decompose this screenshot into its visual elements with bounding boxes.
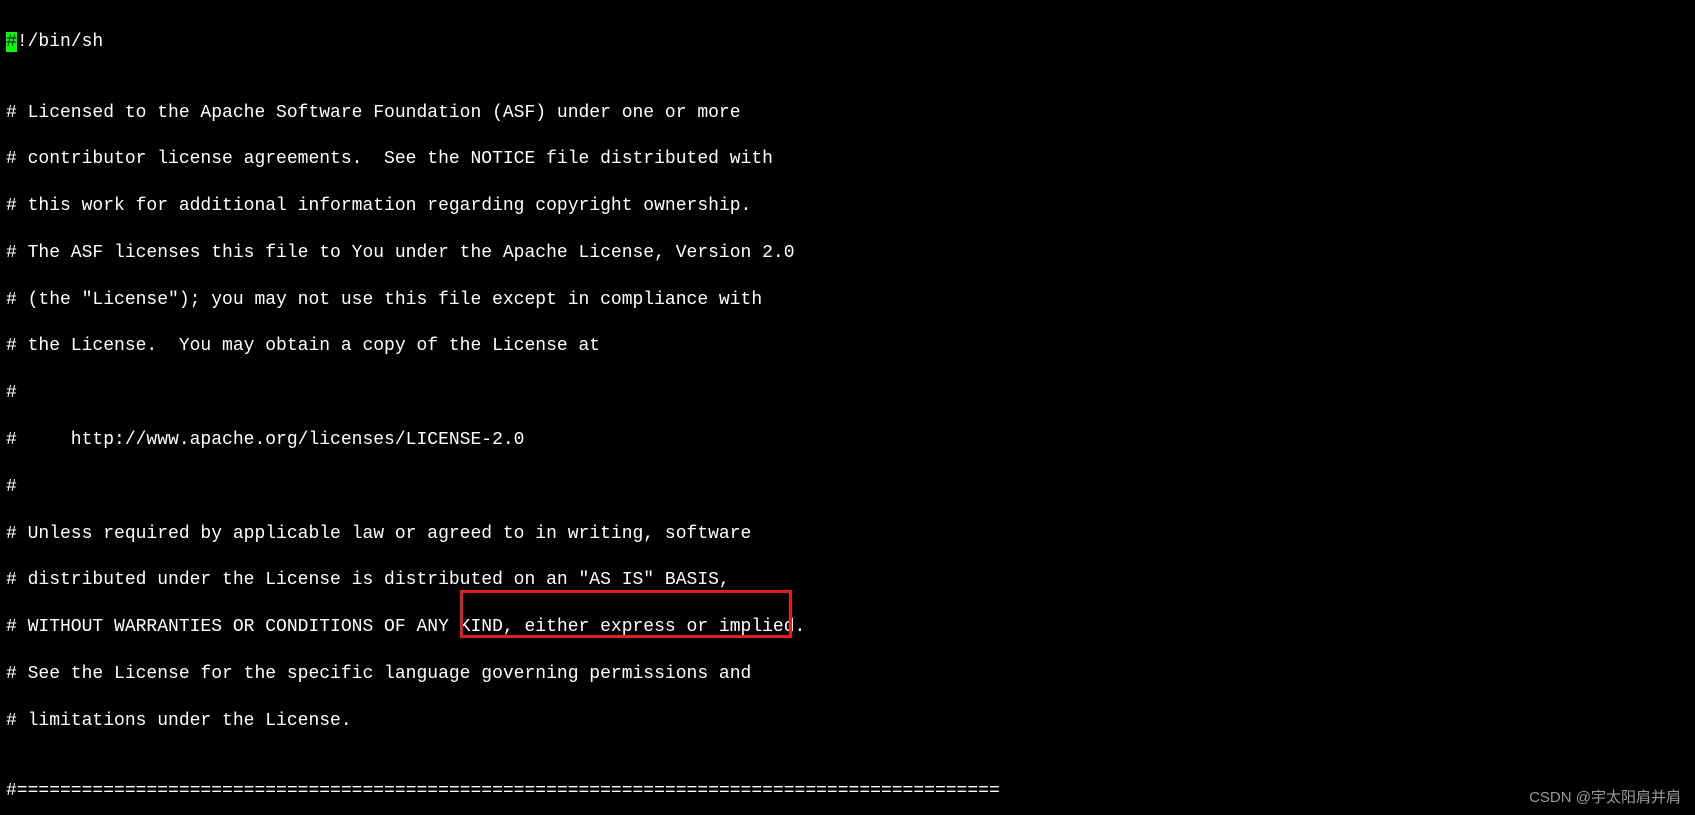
cursor-block: # — [6, 32, 17, 52]
terminal-editor[interactable]: #!/bin/sh # Licensed to the Apache Softw… — [0, 0, 1695, 815]
comment-line: # this work for additional information r… — [6, 195, 1689, 218]
comment-line: # contributor license agreements. See th… — [6, 148, 1689, 171]
comment-line: # The ASF licenses this file to You unde… — [6, 242, 1689, 265]
comment-line: # Licensed to the Apache Software Founda… — [6, 102, 1689, 125]
comment-line: # WITHOUT WARRANTIES OR CONDITIONS OF AN… — [6, 616, 1689, 639]
comment-line: # — [6, 476, 1689, 499]
shebang-line: #!/bin/sh — [6, 31, 1689, 54]
section-separator: #=======================================… — [6, 780, 1689, 803]
comment-line: # — [6, 382, 1689, 405]
comment-line: # (the "License"); you may not use this … — [6, 289, 1689, 312]
comment-line: # the License. You may obtain a copy of … — [6, 335, 1689, 358]
comment-line: # See the License for the specific langu… — [6, 663, 1689, 686]
comment-line: # http://www.apache.org/licenses/LICENSE… — [6, 429, 1689, 452]
watermark-text: CSDN @宇太阳肩并肩 — [1529, 788, 1681, 808]
comment-line: # Unless required by applicable law or a… — [6, 523, 1689, 546]
comment-line: # distributed under the License is distr… — [6, 569, 1689, 592]
shebang-text: !/bin/sh — [17, 32, 103, 52]
comment-line: # limitations under the License. — [6, 710, 1689, 733]
